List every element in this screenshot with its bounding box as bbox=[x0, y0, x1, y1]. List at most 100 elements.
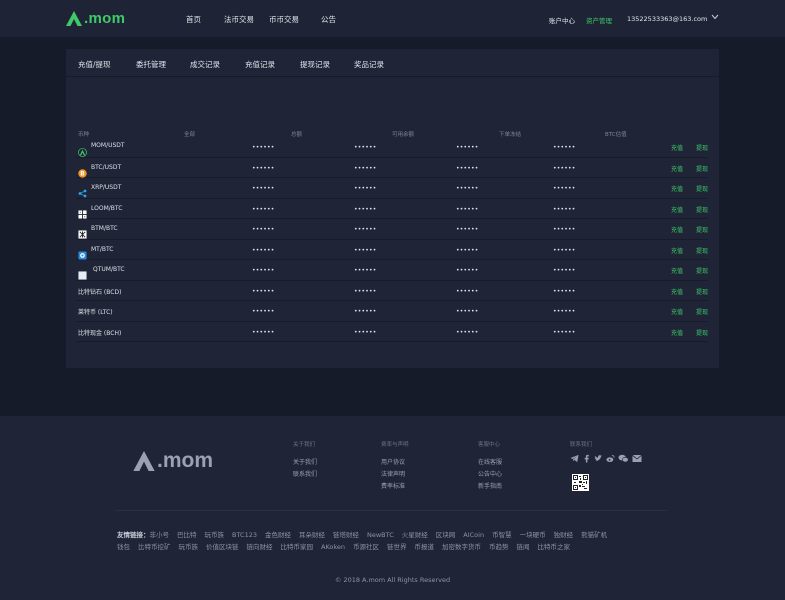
friend-link[interactable]: 火星财经 bbox=[402, 531, 428, 539]
friend-link[interactable]: 币趋势 bbox=[489, 543, 509, 551]
masked-balance: •••••• bbox=[553, 246, 576, 254]
tab-trade-history[interactable]: 成交记录 bbox=[190, 59, 220, 70]
deposit-button[interactable]: 充值 bbox=[671, 246, 683, 255]
masked-balance: •••••• bbox=[252, 328, 275, 336]
coin-name: LOOM/BTC bbox=[91, 204, 123, 212]
withdraw-button[interactable]: 提现 bbox=[696, 328, 708, 337]
footer-link-fee-standard[interactable]: 费率标准 bbox=[381, 481, 405, 490]
footer-link-user-agreement[interactable]: 用户协议 bbox=[381, 457, 405, 466]
footer-link-legal[interactable]: 法律声明 bbox=[381, 469, 405, 478]
coin-name: 比特现金 (BCH) bbox=[78, 329, 122, 337]
email-icon[interactable] bbox=[632, 454, 642, 463]
friend-link[interactable]: BTC123 bbox=[232, 531, 257, 539]
footer-link-contact[interactable]: 联系我们 bbox=[293, 469, 317, 478]
masked-balance: •••••• bbox=[354, 287, 377, 295]
friend-link[interactable]: AKoken bbox=[321, 543, 345, 551]
deposit-button[interactable]: 充值 bbox=[671, 307, 683, 316]
nav-asset-management[interactable]: 资产管理 bbox=[586, 15, 612, 25]
friend-link[interactable]: 区块网 bbox=[436, 531, 456, 539]
withdraw-button[interactable]: 提现 bbox=[696, 164, 708, 173]
friend-link[interactable]: 币源社区 bbox=[353, 543, 379, 551]
friend-link[interactable]: 熊猫矿机 bbox=[581, 531, 607, 539]
nav-announcements[interactable]: 公告 bbox=[321, 14, 336, 25]
footer-link-beginner-guide[interactable]: 新手指南 bbox=[478, 481, 502, 490]
social-icons bbox=[570, 454, 642, 463]
friend-link[interactable]: 币报道 bbox=[415, 543, 435, 551]
wechat-icon[interactable] bbox=[618, 454, 629, 463]
deposit-button[interactable]: 充值 bbox=[671, 225, 683, 234]
tab-orders[interactable]: 委托管理 bbox=[136, 59, 166, 70]
friend-link[interactable]: 玩币族 bbox=[179, 543, 199, 551]
friend-link[interactable]: 链塔财经 bbox=[333, 531, 359, 539]
withdraw-button[interactable]: 提现 bbox=[696, 266, 708, 275]
nav-account-center[interactable]: 账户中心 bbox=[549, 15, 575, 25]
masked-balance: •••••• bbox=[252, 205, 275, 213]
friend-link[interactable]: 巴比特 bbox=[177, 531, 197, 539]
deposit-button[interactable]: 充值 bbox=[671, 287, 683, 296]
friend-link[interactable]: 比特币之家 bbox=[538, 543, 571, 551]
coin-name: MOM/USDT bbox=[91, 142, 125, 149]
footer-link-online-support[interactable]: 在线客服 bbox=[478, 457, 502, 466]
footer-col-contact-title: 联系我们 bbox=[570, 442, 593, 448]
footer-link-about[interactable]: 关于我们 bbox=[293, 457, 317, 466]
friend-link[interactable]: 玩币族 bbox=[205, 531, 225, 539]
masked-balance: •••••• bbox=[553, 328, 576, 336]
masked-balance: •••••• bbox=[553, 185, 576, 192]
nav-fiat-trade[interactable]: 法币交易 bbox=[224, 14, 254, 25]
chevron-down-icon[interactable] bbox=[711, 14, 719, 20]
withdraw-button[interactable]: 提现 bbox=[696, 287, 708, 296]
footer-link-notice-center[interactable]: 公告中心 bbox=[478, 469, 502, 478]
masked-balance: •••••• bbox=[354, 246, 377, 254]
brand-logo-icon bbox=[66, 11, 82, 26]
friend-link[interactable]: 链向财经 bbox=[247, 543, 273, 551]
tab-withdraw-history[interactable]: 提现记录 bbox=[300, 59, 330, 70]
footer-divider bbox=[115, 510, 667, 511]
friend-link[interactable]: 链闻 bbox=[517, 543, 530, 551]
masked-balance: •••••• bbox=[354, 185, 377, 192]
telegram-icon[interactable] bbox=[570, 454, 579, 463]
nav-coin-trade[interactable]: 币币交易 bbox=[269, 14, 299, 25]
friend-link[interactable]: 一块硬币 bbox=[520, 531, 546, 539]
friend-link[interactable]: 比特币家园 bbox=[281, 543, 314, 551]
withdraw-button[interactable]: 提现 bbox=[696, 307, 708, 316]
deposit-button[interactable]: 充值 bbox=[671, 205, 683, 214]
friend-link[interactable]: 加密数字货币 bbox=[442, 543, 481, 551]
coin-name: BTC/USDT bbox=[91, 163, 122, 171]
friend-link[interactable]: 耳朵财经 bbox=[299, 531, 325, 539]
tab-deposit-history[interactable]: 充值记录 bbox=[245, 59, 275, 70]
weibo-icon[interactable] bbox=[606, 454, 615, 463]
masked-balance: •••••• bbox=[553, 287, 576, 295]
withdraw-button[interactable]: 提现 bbox=[696, 143, 708, 152]
friend-link[interactable]: 独财经 bbox=[554, 531, 574, 539]
masked-balance: •••••• bbox=[553, 267, 576, 274]
masked-balance: •••••• bbox=[456, 226, 479, 233]
withdraw-button[interactable]: 提现 bbox=[696, 205, 708, 214]
friend-link[interactable]: 钱包 bbox=[117, 543, 130, 551]
brand-logo[interactable]: .mom bbox=[66, 10, 125, 27]
withdraw-button[interactable]: 提现 bbox=[696, 225, 708, 234]
friend-link[interactable]: 链世界 bbox=[387, 543, 407, 551]
withdraw-button[interactable]: 提现 bbox=[696, 184, 708, 193]
deposit-button[interactable]: 充值 bbox=[671, 143, 683, 152]
tab-deposit-withdraw[interactable]: 充值/提现 bbox=[78, 59, 111, 70]
deposit-button[interactable]: 充值 bbox=[671, 328, 683, 337]
asset-panel: 充值/提现 委托管理 成交记录 充值记录 提现记录 奖品记录 币种 全部 总额 … bbox=[66, 49, 719, 368]
copyright: © 2018 A.mom All Rights Reserved bbox=[334, 576, 451, 584]
deposit-button[interactable]: 充值 bbox=[671, 266, 683, 275]
nav-home[interactable]: 首页 bbox=[186, 14, 201, 25]
friend-link[interactable]: NewBTC bbox=[367, 531, 394, 539]
friend-link[interactable]: 币智慧 bbox=[492, 531, 512, 539]
withdraw-button[interactable]: 提现 bbox=[696, 246, 708, 255]
twitter-icon[interactable] bbox=[594, 454, 603, 463]
friend-link[interactable]: 金色财经 bbox=[265, 531, 291, 539]
friend-link[interactable]: 价值区块链 bbox=[206, 543, 239, 551]
friend-link[interactable]: 非小号 bbox=[150, 531, 170, 539]
deposit-button[interactable]: 充值 bbox=[671, 164, 683, 173]
tab-prize-history[interactable]: 奖品记录 bbox=[354, 59, 384, 70]
facebook-icon[interactable] bbox=[582, 454, 591, 463]
friend-link[interactable]: 比特币挖矿 bbox=[138, 543, 171, 551]
user-email[interactable]: 13522533363@163.com bbox=[627, 15, 707, 23]
friend-link[interactable]: AICoin bbox=[463, 531, 484, 539]
deposit-button[interactable]: 充值 bbox=[671, 184, 683, 193]
masked-balance: •••••• bbox=[354, 267, 377, 274]
